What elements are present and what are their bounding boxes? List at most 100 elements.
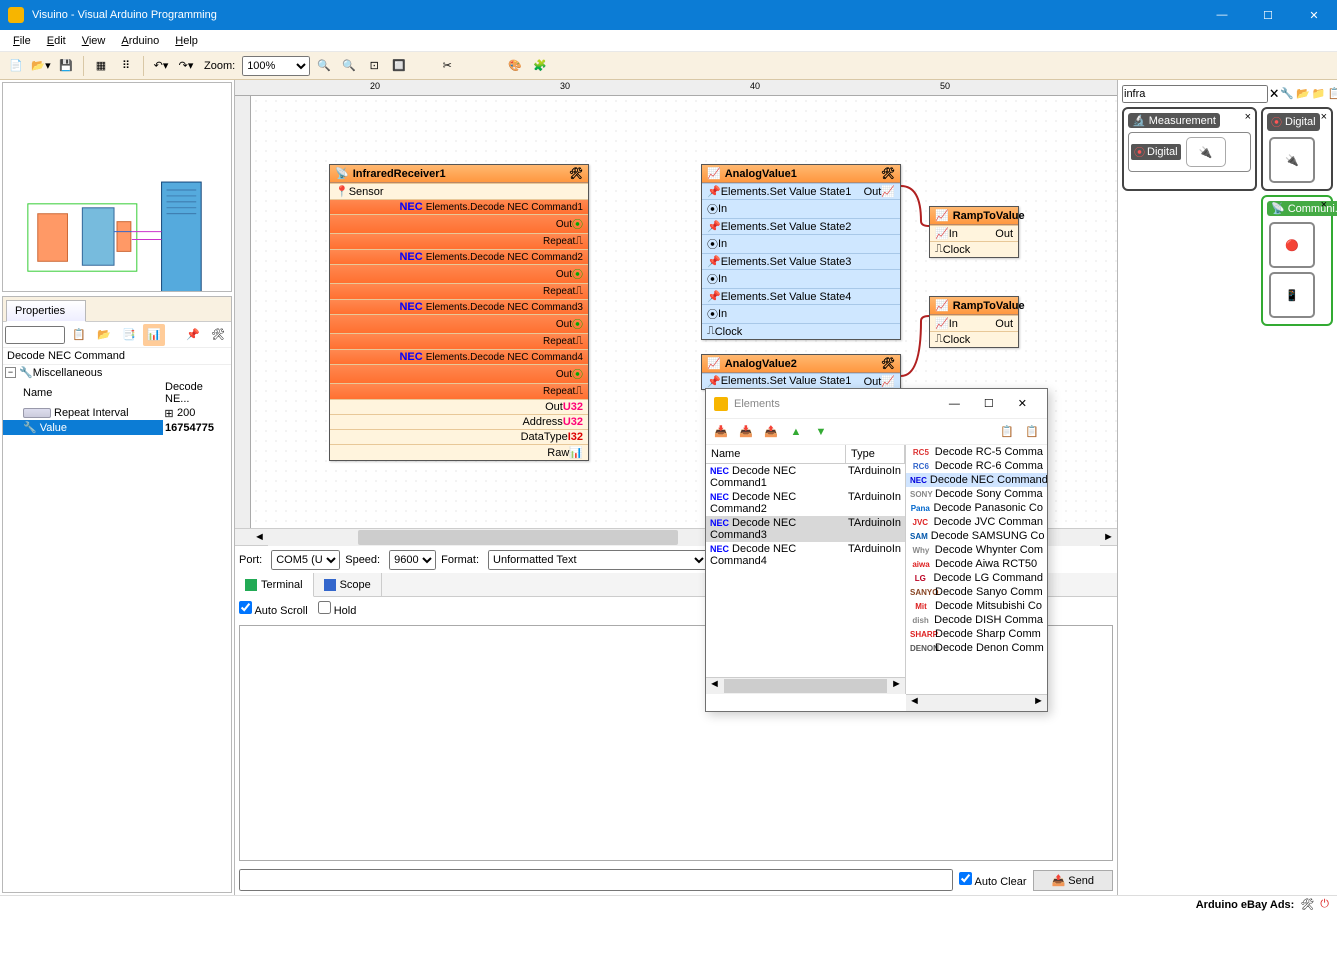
elements-list-row[interactable]: NECDecode NEC Command1TArduinoIn (706, 464, 905, 490)
block-ramp-1[interactable]: 📈RampToValue 📈InOut ⎍Clock (929, 206, 1019, 258)
send-button[interactable]: 📤 Send (1033, 870, 1113, 891)
dlg-left-scroll[interactable]: ◄► (706, 677, 905, 694)
dlg-remove[interactable]: 📤 (760, 421, 782, 443)
elements-list-row[interactable]: NECDecode NEC Command2TArduinoIn (706, 490, 905, 516)
menu-arduino[interactable]: Arduino (113, 33, 167, 49)
dlg-paste[interactable]: 📋 (1021, 421, 1043, 443)
decoder-option[interactable]: RC6Decode RC-6 Comma (906, 459, 1047, 473)
elements-dialog[interactable]: Elements — ☐ ✕ 📥 📥 📤 ▲ ▼ 📋 📋 Name Type N… (705, 388, 1048, 712)
prop-tb-1[interactable]: 📋 (68, 324, 90, 346)
tab-terminal[interactable]: Terminal (235, 573, 314, 597)
ad-tools-icon[interactable]: 🛠 (1300, 898, 1314, 911)
decoder-option[interactable]: DENONDecode Denon Comm (906, 641, 1047, 655)
decoder-option[interactable]: PanaDecode Panasonic Co (906, 501, 1047, 515)
format-select[interactable]: Unformatted Text (488, 550, 708, 570)
dlg-copy[interactable]: 📋 (996, 421, 1018, 443)
zoom-reset-button[interactable]: 🔲 (388, 55, 410, 77)
category-close-icon[interactable]: × (1321, 199, 1327, 211)
prop-pin[interactable]: 📌 (182, 324, 204, 346)
grid-button[interactable]: ▦ (90, 55, 112, 77)
config-icon[interactable]: 🛠 (569, 167, 583, 180)
port-select[interactable]: COM5 (U (271, 550, 340, 570)
dots-button[interactable]: ⠿ (115, 55, 137, 77)
prop-tools[interactable]: 🛠 (207, 324, 229, 346)
prop-tb-2[interactable]: 📂 (93, 324, 115, 346)
properties-filter[interactable] (5, 326, 65, 344)
delete-button[interactable]: ✂ (436, 55, 458, 77)
zoom-in-button[interactable]: 🔍 (313, 55, 335, 77)
redo-button[interactable]: ↷▾ (175, 55, 197, 77)
decoder-option[interactable]: NECDecode NEC Command (906, 473, 1047, 487)
category-close-icon[interactable]: × (1321, 111, 1327, 123)
open-button[interactable]: 📂▾ (30, 55, 52, 77)
decoder-option[interactable]: LGDecode LG Command (906, 571, 1047, 585)
prop-name-value[interactable]: Decode NE... (163, 380, 231, 406)
decoder-option[interactable]: SANYODecode Sanyo Comm (906, 585, 1047, 599)
decoder-option[interactable]: JVCDecode JVC Comman (906, 515, 1047, 529)
category-close-icon[interactable]: × (1245, 111, 1251, 123)
hold-checkbox[interactable] (318, 601, 331, 614)
zoom-out-button[interactable]: 🔍 (338, 55, 360, 77)
autoscroll-checkbox[interactable] (239, 601, 252, 614)
new-button[interactable]: 📄 (5, 55, 27, 77)
block-ramp-2[interactable]: 📈RampToValue 📈InOut ⎍Clock (929, 296, 1019, 348)
component-digital-item[interactable]: 🔌 (1186, 137, 1226, 167)
component-item-2[interactable]: 📱 (1269, 272, 1315, 318)
col-type[interactable]: Type (846, 445, 905, 463)
decoder-option[interactable]: WhyDecode Whynter Com (906, 543, 1047, 557)
component-item-1[interactable]: 🔴 (1269, 222, 1315, 268)
config-icon[interactable]: 🛠 (881, 167, 895, 180)
prop-tb-3[interactable]: 📑 (118, 324, 140, 346)
prop-group-misc[interactable]: −🔧 Miscellaneous (3, 365, 231, 380)
maximize-button[interactable]: ☐ (1245, 0, 1291, 30)
decoder-option[interactable]: aiwaDecode Aiwa RCT50 (906, 557, 1047, 571)
dlg-right-scroll[interactable]: ◄► (906, 694, 1047, 711)
block-analog-value-1[interactable]: 📈AnalogValue1🛠 📌Elements.Set Value State… (701, 164, 901, 340)
dialog-maximize[interactable]: ☐ (972, 397, 1006, 410)
prop-value-value[interactable]: 16754775 (163, 421, 231, 435)
decoder-option[interactable]: SAMDecode SAMSUNG Co (906, 529, 1047, 543)
minimize-button[interactable]: — (1199, 0, 1245, 30)
close-button[interactable]: ✕ (1291, 0, 1337, 30)
menu-help[interactable]: Help (167, 33, 206, 49)
decoder-option[interactable]: MitDecode Mitsubishi Co (906, 599, 1047, 613)
zoom-fit-button[interactable]: ⊡ (363, 55, 385, 77)
component-item[interactable]: 🔌 (1269, 137, 1315, 183)
palette-icon-2[interactable]: 📂 (1296, 87, 1310, 100)
prop-tb-4[interactable]: 📊 (143, 324, 165, 346)
decoder-option[interactable]: dishDecode DISH Comma (906, 613, 1047, 627)
dlg-add2[interactable]: 📥 (735, 421, 757, 443)
prop-repeat-value[interactable]: 200 (175, 406, 231, 420)
menu-file[interactable]: File (5, 33, 39, 49)
zoom-select[interactable]: 100% (242, 56, 310, 76)
component-button[interactable]: 🧩 (529, 55, 551, 77)
ad-power-icon[interactable]: ⏻ (1320, 898, 1329, 911)
dlg-down[interactable]: ▼ (810, 421, 832, 443)
dialog-close[interactable]: ✕ (1006, 397, 1039, 410)
block-infrared-receiver[interactable]: 📡InfraredReceiver1🛠 📍Sensor NECElements.… (329, 164, 589, 461)
palette-icon-1[interactable]: 🔧 (1280, 87, 1294, 100)
tab-scope[interactable]: Scope (314, 573, 382, 596)
elements-list-row[interactable]: NECDecode NEC Command3TArduinoIn (706, 516, 905, 542)
autoclear-checkbox[interactable] (959, 872, 972, 885)
menu-edit[interactable]: Edit (39, 33, 74, 49)
col-name[interactable]: Name (706, 445, 846, 463)
properties-tab[interactable]: Properties (6, 300, 86, 322)
dialog-minimize[interactable]: — (937, 398, 972, 410)
palette-icon-4[interactable]: 📋 (1327, 87, 1337, 100)
dlg-up[interactable]: ▲ (785, 421, 807, 443)
menu-view[interactable]: View (74, 33, 114, 49)
palette-icon-3[interactable]: 📁 (1312, 87, 1326, 100)
send-input[interactable] (239, 869, 953, 891)
dlg-add[interactable]: 📥 (710, 421, 732, 443)
config-icon[interactable]: 🛠 (881, 357, 895, 370)
decoder-option[interactable]: RC5Decode RC-5 Comma (906, 445, 1047, 459)
palette-search[interactable] (1122, 85, 1268, 103)
decoder-option[interactable]: SONYDecode Sony Comma (906, 487, 1047, 501)
undo-button[interactable]: ↶▾ (150, 55, 172, 77)
clear-search-icon[interactable]: 🗙 (1270, 84, 1278, 103)
palette-button[interactable]: 🎨 (504, 55, 526, 77)
decoder-option[interactable]: SHARPDecode Sharp Comm (906, 627, 1047, 641)
ir-sensor-pin[interactable]: Sensor (349, 186, 384, 198)
speed-select[interactable]: 9600 (389, 550, 436, 570)
